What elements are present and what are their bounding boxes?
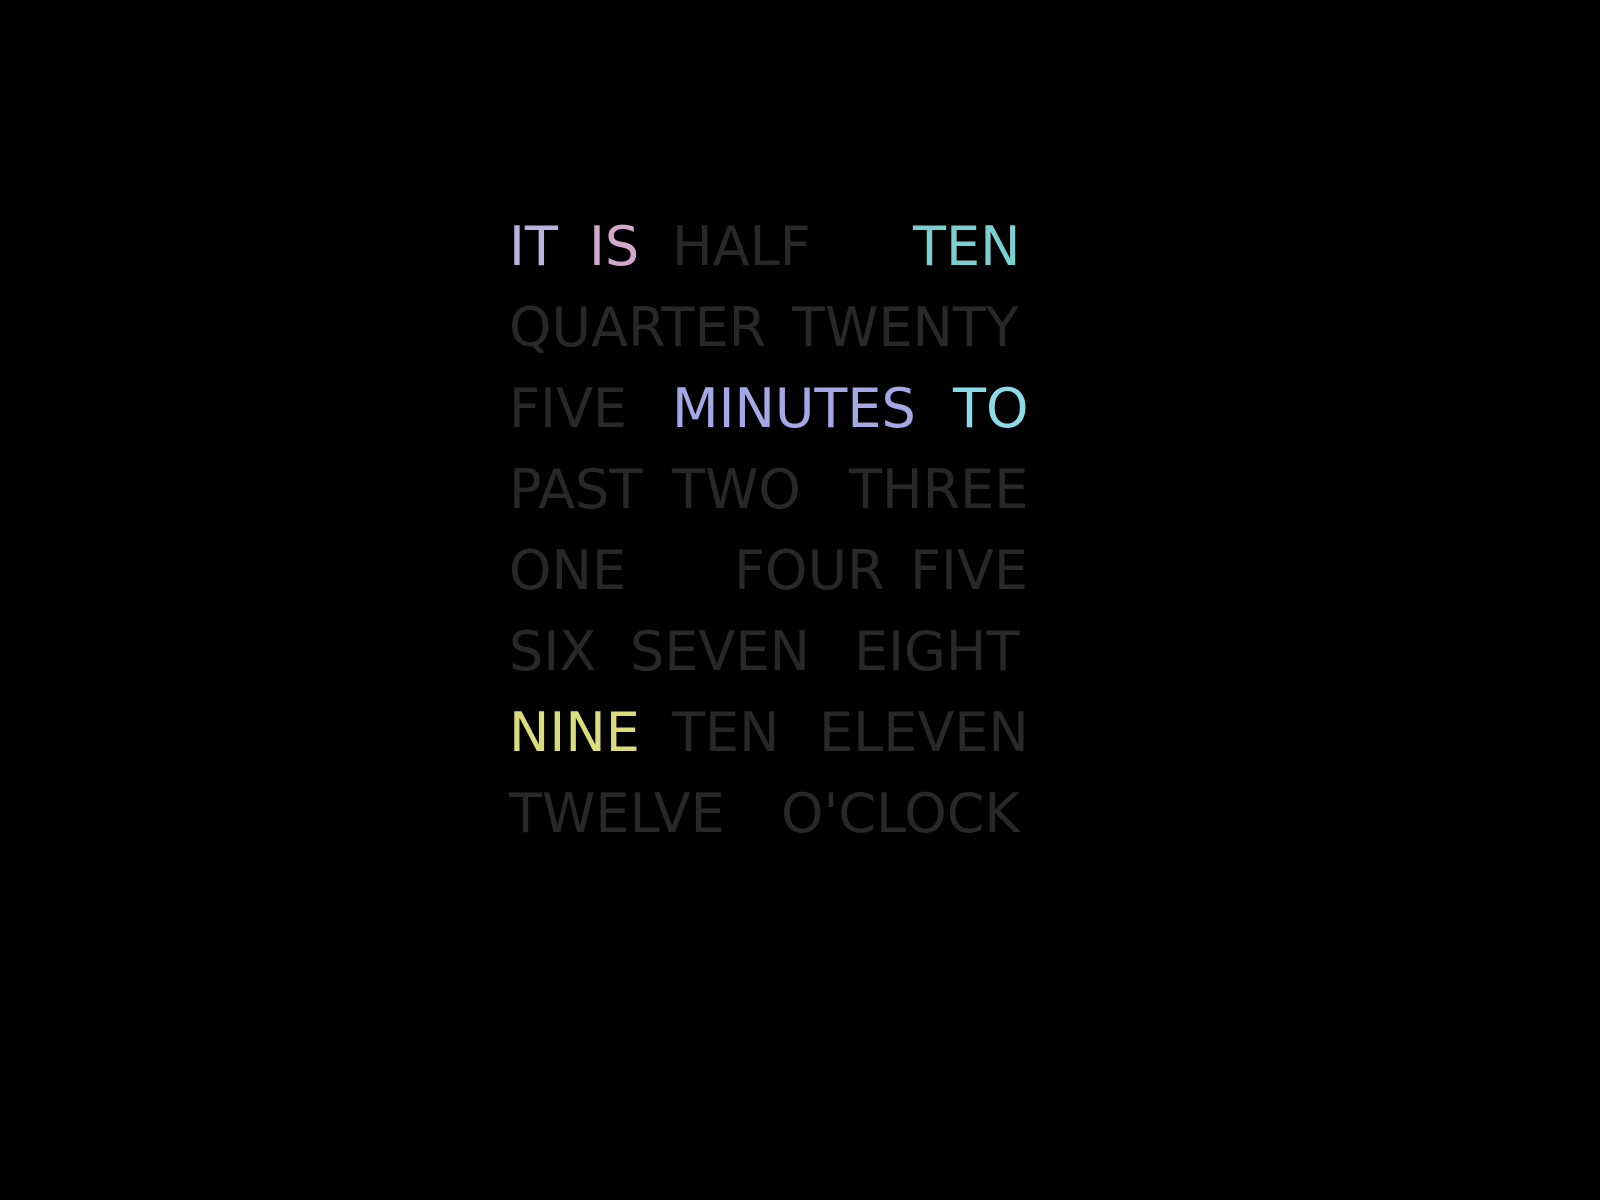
word-two: TWO bbox=[672, 458, 801, 521]
word-minutes: MINUTES bbox=[672, 377, 916, 440]
word-eleven: ELEVEN bbox=[819, 701, 1029, 764]
word-half: HALF bbox=[672, 215, 811, 278]
word-clock: IT IS HALF TEN QUARTER TWENTY FIVE MINUT… bbox=[509, 217, 1049, 865]
word-seven: SEVEN bbox=[630, 620, 810, 683]
word-five-minutes: FIVE bbox=[509, 377, 628, 440]
clock-row-6: SIX SEVEN EIGHT bbox=[509, 622, 1049, 703]
clock-row-2: QUARTER TWENTY bbox=[509, 298, 1049, 379]
word-ten-hour: TEN bbox=[672, 701, 780, 764]
word-oclock: O'CLOCK bbox=[781, 782, 1020, 845]
word-quarter: QUARTER bbox=[509, 296, 767, 359]
word-five-hour: FIVE bbox=[910, 539, 1029, 602]
word-three: THREE bbox=[849, 458, 1029, 521]
clock-row-3: FIVE MINUTES TO bbox=[509, 379, 1049, 460]
word-twelve: TWELVE bbox=[509, 782, 725, 845]
clock-row-5: ONE FOUR FIVE bbox=[509, 541, 1049, 622]
word-nine: NINE bbox=[509, 701, 640, 764]
word-eight: EIGHT bbox=[854, 620, 1020, 683]
word-to: TO bbox=[953, 377, 1029, 440]
word-it: IT bbox=[509, 215, 558, 278]
word-is: IS bbox=[589, 215, 640, 278]
clock-row-7: NINE TEN ELEVEN bbox=[509, 703, 1049, 784]
word-ten-minutes: TEN bbox=[913, 215, 1021, 278]
clock-row-8: TWELVE O'CLOCK bbox=[509, 784, 1049, 865]
word-twenty: TWENTY bbox=[792, 296, 1019, 359]
word-past: PAST bbox=[509, 458, 643, 521]
word-four: FOUR bbox=[734, 539, 885, 602]
word-one: ONE bbox=[509, 539, 627, 602]
clock-row-1: IT IS HALF TEN bbox=[509, 217, 1049, 298]
clock-row-4: PAST TWO THREE bbox=[509, 460, 1049, 541]
word-six: SIX bbox=[509, 620, 597, 683]
